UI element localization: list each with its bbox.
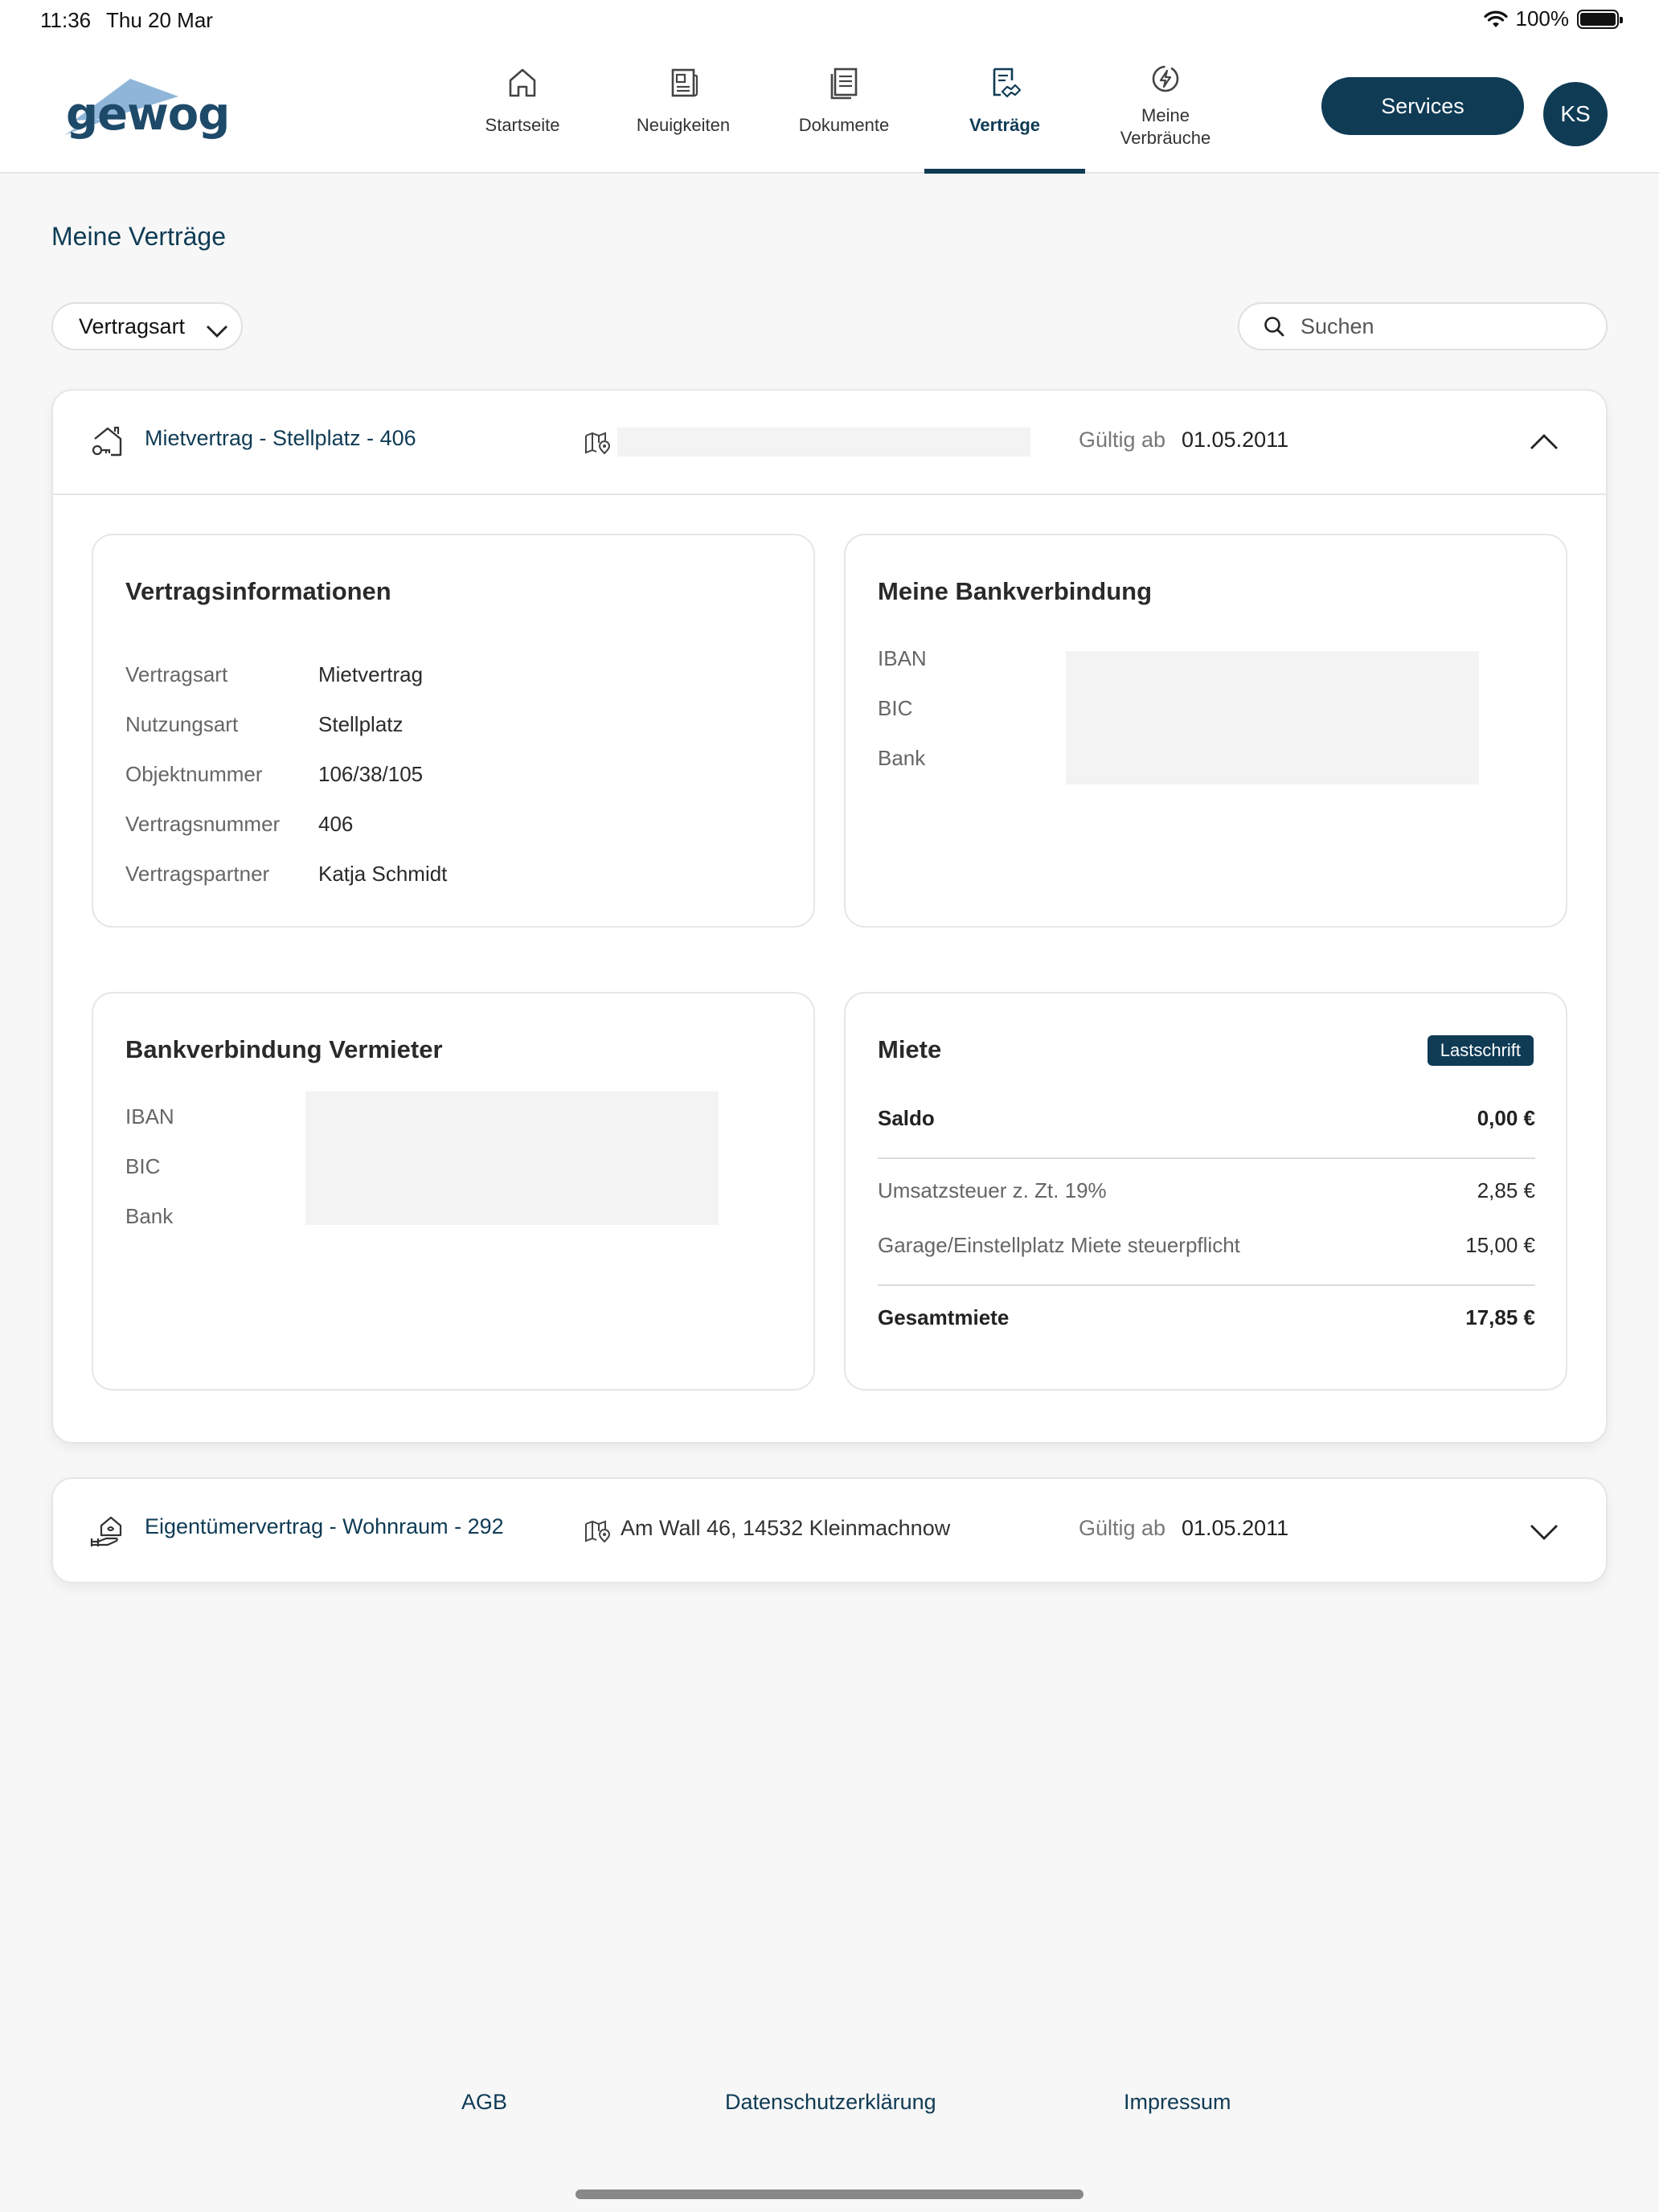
- document-icon: [830, 68, 858, 100]
- nav-label: Dokumente: [798, 115, 890, 135]
- page-title: Meine Verträge: [51, 222, 227, 251]
- info-row: Vertragsart Mietvertrag: [125, 662, 423, 687]
- info-value: Mietvertrag: [318, 662, 424, 686]
- status-indicators: 100%: [1483, 6, 1623, 31]
- house-hand-icon: [90, 1516, 122, 1546]
- info-row: Vertragsnummer 406: [125, 812, 353, 837]
- payment-method-badge: Lastschrift: [1427, 1035, 1534, 1066]
- divider: [878, 1284, 1535, 1286]
- search-input[interactable]: [1301, 313, 1590, 339]
- bank-label-bank: Bank: [125, 1204, 174, 1228]
- info-value: 406: [318, 812, 354, 836]
- landlord-bank-panel: Bankverbindung Vermieter IBAN BIC Bank: [92, 992, 815, 1391]
- logo-text[interactable]: gewog: [66, 88, 230, 141]
- search-box[interactable]: [1238, 302, 1608, 350]
- contract-icon: [993, 68, 1022, 98]
- nav-label: Neuigkeiten: [636, 115, 731, 135]
- filter-label: Vertragsart: [79, 313, 186, 338]
- nav-label: Meine Verbräuche: [1120, 105, 1211, 148]
- status-bar: 11:36 Thu 20 Mar 100%: [0, 0, 1659, 39]
- battery-percent: 100%: [1515, 6, 1570, 31]
- nav-vertraege[interactable]: Verträge: [924, 39, 1085, 174]
- contract-type-filter[interactable]: Vertragsart: [51, 302, 243, 350]
- home-icon: [509, 68, 536, 97]
- info-row: Objektnummer 106/38/105: [125, 762, 423, 787]
- contract-title: Eigentümervertrag - Wohnraum - 292: [145, 1514, 504, 1538]
- contract-info-panel: Vertragsinformationen Vertragsart Mietver…: [92, 534, 815, 928]
- footer-link-datenschutz[interactable]: Datenschutzerklärung: [725, 2090, 936, 2115]
- contract-address: Am Wall 46, 14532 Kleinmachnow: [621, 1516, 951, 1540]
- info-key: Objektnummer: [125, 762, 263, 786]
- contract-title: Mietvertrag - Stellplatz - 406: [145, 426, 416, 450]
- rent-item-row: Umsatzsteuer z. Zt. 19% 2,85 €: [878, 1178, 1535, 1202]
- bank-label-bic: BIC: [878, 696, 913, 720]
- panel-title: Vertragsinformationen: [125, 577, 391, 605]
- map-pin-icon: [585, 1520, 611, 1543]
- info-key: Vertragsart: [125, 662, 228, 686]
- info-value: Katja Schmidt: [318, 862, 448, 886]
- bank-label-iban: IBAN: [125, 1104, 174, 1129]
- total-rent-row: Gesamtmiete 17,85 €: [878, 1305, 1535, 1329]
- footer-link-impressum[interactable]: Impressum: [1124, 2090, 1231, 2115]
- panel-title: Meine Bankverbindung: [878, 577, 1153, 605]
- contract-card: Eigentümervertrag - Wohnraum - 292 Am Wa…: [51, 1477, 1608, 1583]
- energy-icon: [1152, 65, 1179, 92]
- info-key: Vertragsnummer: [125, 812, 281, 836]
- rent-item-row: Garage/Einstellplatz Miete steuerpflicht…: [878, 1233, 1535, 1257]
- chevron-down-icon[interactable]: [1527, 1514, 1561, 1548]
- services-button[interactable]: Services: [1321, 77, 1524, 135]
- bank-label-bank: Bank: [878, 746, 926, 770]
- status-time: 11:36: [40, 8, 92, 32]
- valid-from-date: 01.05.2011: [1182, 1516, 1289, 1540]
- info-row: Nutzungsart Stellplatz: [125, 712, 403, 737]
- map-pin-icon: [585, 432, 611, 455]
- nav-label: Startseite: [485, 115, 560, 135]
- house-key-icon: [92, 426, 122, 457]
- contract-card: Mietvertrag - Stellplatz - 406 Gültig ab…: [51, 389, 1608, 1444]
- valid-from-label: Gültig ab: [1079, 428, 1166, 452]
- info-key: Vertragspartner: [125, 862, 270, 886]
- valid-from-label: Gültig ab: [1079, 1516, 1166, 1540]
- nav-startseite[interactable]: Startseite: [442, 39, 603, 172]
- nav-neuigkeiten[interactable]: Neuigkeiten: [603, 39, 764, 172]
- nav-label: Verträge: [969, 115, 1041, 135]
- own-bank-panel: Meine Bankverbindung IBAN BIC Bank: [844, 534, 1567, 928]
- wifi-icon: [1483, 10, 1508, 27]
- contract-header[interactable]: Eigentümervertrag - Wohnraum - 292 Am Wa…: [53, 1479, 1606, 1583]
- newspaper-icon: [671, 68, 698, 97]
- info-row: Vertragspartner Katja Schmidt: [125, 862, 447, 887]
- info-value: 106/38/105: [318, 762, 424, 786]
- nav-meine-verbraeuche[interactable]: Meine Verbräuche: [1085, 39, 1246, 172]
- app-header: gewog Startseite Neuigkeiten Dokumente V…: [0, 39, 1659, 174]
- contract-header[interactable]: Mietvertrag - Stellplatz - 406 Gültig ab…: [53, 391, 1606, 495]
- search-icon: [1264, 317, 1284, 337]
- chevron-down-icon: [207, 326, 227, 338]
- divider: [878, 1157, 1535, 1159]
- bank-label-bic: BIC: [125, 1154, 161, 1178]
- saldo-row: Saldo 0,00 €: [878, 1106, 1535, 1130]
- nav-dokumente[interactable]: Dokumente: [764, 39, 924, 172]
- home-indicator[interactable]: [576, 2189, 1083, 2199]
- bank-label-iban: IBAN: [878, 646, 927, 670]
- bank-details-redacted: [305, 1092, 719, 1225]
- info-value: Stellplatz: [318, 712, 403, 736]
- address-redacted: [617, 428, 1030, 457]
- battery-icon: [1577, 9, 1623, 29]
- chevron-up-icon[interactable]: [1527, 426, 1561, 460]
- info-key: Nutzungsart: [125, 712, 239, 736]
- main-nav: Startseite Neuigkeiten Dokumente Verträg…: [442, 39, 1246, 174]
- user-avatar[interactable]: KS: [1543, 82, 1608, 146]
- footer-link-agb[interactable]: AGB: [461, 2090, 507, 2115]
- valid-from-date: 01.05.2011: [1182, 428, 1289, 452]
- panel-title: Miete: [878, 1035, 942, 1063]
- rent-panel: Miete Lastschrift Saldo 0,00 € Umsatzsteu…: [844, 992, 1567, 1391]
- status-date: Thu 20 Mar: [106, 8, 213, 32]
- bank-details-redacted: [1066, 651, 1479, 784]
- panel-title: Bankverbindung Vermieter: [125, 1035, 443, 1063]
